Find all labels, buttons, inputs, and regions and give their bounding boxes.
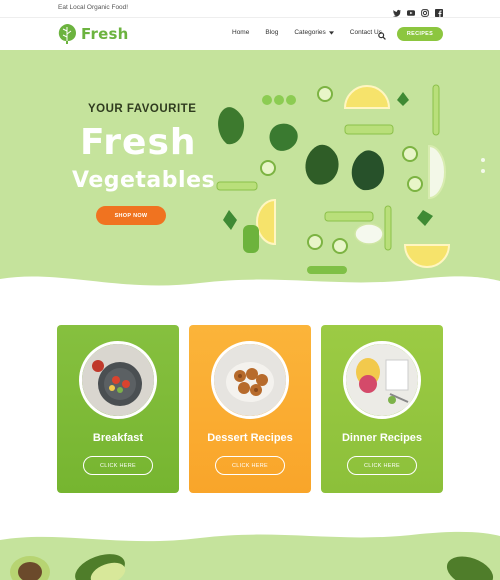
logo[interactable]: Fresh: [57, 23, 128, 45]
caret-down-icon: [328, 30, 334, 35]
facebook-icon[interactable]: [435, 4, 443, 17]
slider-dots: [481, 158, 485, 173]
dessert-photo: [211, 341, 289, 419]
click-here-button[interactable]: CLICK HERE: [347, 456, 417, 475]
category-card-dinner: Dinner Recipes CLICK HERE: [321, 325, 443, 493]
nav-item-home[interactable]: Home: [232, 29, 249, 36]
search-button[interactable]: [378, 27, 386, 45]
nav-item-categories[interactable]: Categories: [294, 29, 334, 36]
search-icon: [378, 32, 386, 40]
breakfast-photo: [79, 341, 157, 419]
avocado-band: [0, 531, 500, 580]
card-title: Dinner Recipes: [341, 432, 423, 444]
dinner-photo: [343, 341, 421, 419]
card-title: Dessert Recipes: [207, 432, 293, 444]
tagline: Eat Local Organic Food!: [58, 4, 129, 11]
category-card-dessert: Dessert Recipes CLICK HERE: [189, 325, 311, 493]
hero-title-vegetables: Vegetables: [72, 168, 216, 193]
category-card-breakfast: Breakfast CLICK HERE: [57, 325, 179, 493]
bottom-banner: [0, 522, 500, 580]
social-links: [393, 4, 443, 17]
nav-item-blog[interactable]: Blog: [265, 29, 278, 36]
hero-title-fresh: Fresh: [80, 122, 197, 163]
hero-subtitle: YOUR FAVOURITE: [88, 103, 197, 115]
instagram-icon[interactable]: [421, 4, 429, 17]
leaf-logo-icon: [58, 24, 76, 44]
slider-dot[interactable]: [481, 169, 485, 173]
vegetables-illustration: [216, 84, 451, 274]
hero-wave: [0, 276, 500, 300]
recipes-button[interactable]: RECIPES: [397, 27, 443, 41]
youtube-icon[interactable]: [407, 4, 415, 16]
hero-banner: YOUR FAVOURITE Fresh Vegetables SHOP NOW: [0, 50, 500, 300]
click-here-button[interactable]: CLICK HERE: [83, 456, 153, 475]
top-bar: Eat Local Organic Food!: [0, 0, 500, 18]
card-title: Breakfast: [92, 432, 144, 444]
click-here-button[interactable]: CLICK HERE: [215, 456, 285, 475]
shop-now-button[interactable]: SHOP NOW: [96, 206, 166, 225]
main-nav: Home Blog Categories Contact Us: [232, 29, 398, 36]
slider-dot[interactable]: [481, 158, 485, 162]
logo-text: Fresh: [81, 25, 129, 43]
twitter-icon[interactable]: [393, 4, 401, 17]
